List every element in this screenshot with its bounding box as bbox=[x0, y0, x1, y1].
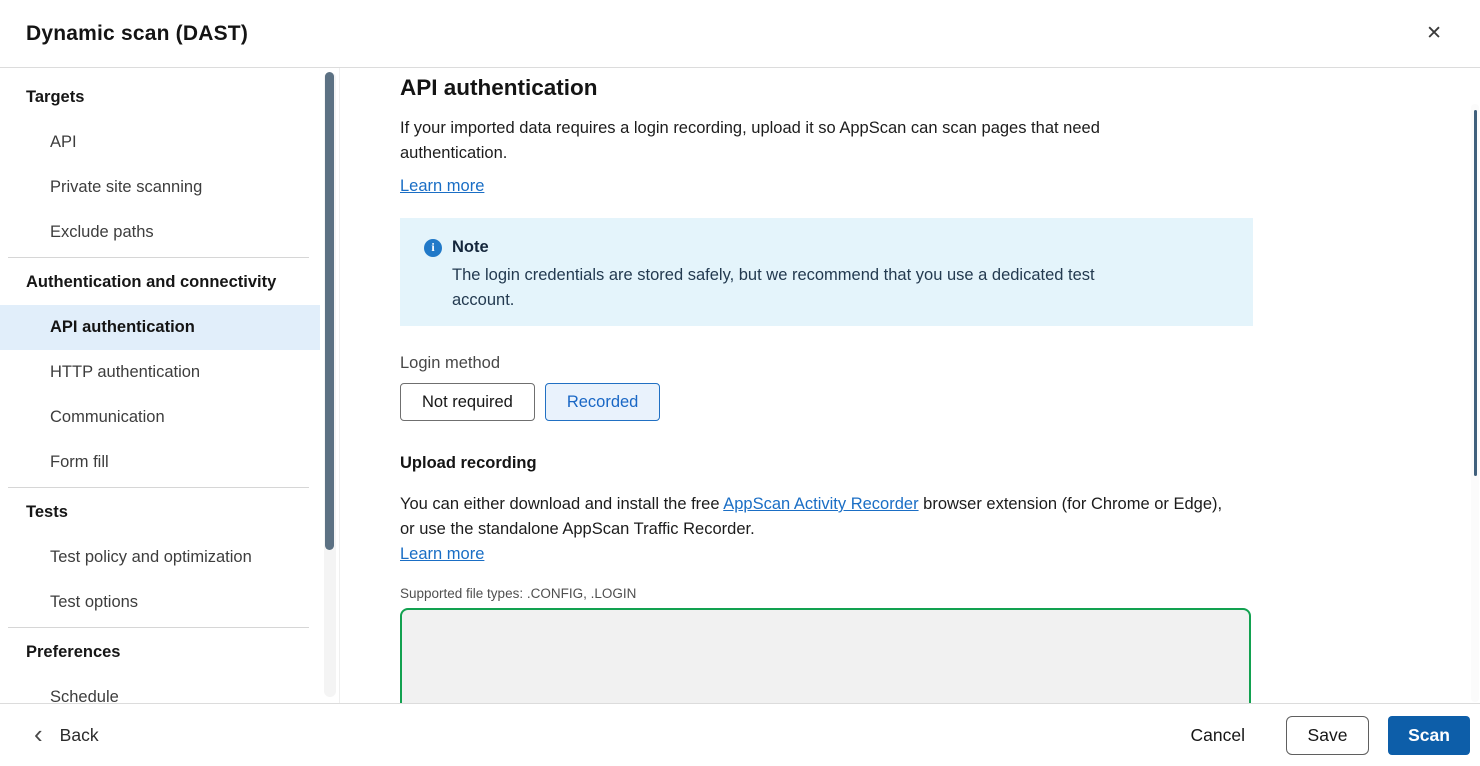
sidebar-item-private-site-scanning[interactable]: Private site scanning bbox=[0, 165, 320, 210]
back-label: Back bbox=[60, 725, 99, 746]
sidebar-item-communication[interactable]: Communication bbox=[0, 395, 320, 440]
sidebar-divider bbox=[8, 627, 309, 628]
sidebar-divider bbox=[8, 257, 309, 258]
dynamic-scan-dialog: Dynamic scan (DAST) ✕ Targets API Privat… bbox=[0, 0, 1480, 766]
sidebar-section-targets: Targets bbox=[0, 75, 320, 120]
learn-more-link[interactable]: Learn more bbox=[400, 177, 484, 196]
page-title: API authentication bbox=[400, 74, 1253, 102]
dialog-footer: ‹ Back Cancel Save Scan bbox=[0, 703, 1480, 766]
appscan-activity-recorder-link[interactable]: AppScan Activity Recorder bbox=[723, 495, 918, 513]
login-method-recorded-button[interactable]: Recorded bbox=[545, 383, 661, 421]
scan-button[interactable]: Scan bbox=[1388, 716, 1470, 755]
sidebar-list: Targets API Private site scanning Exclud… bbox=[0, 68, 339, 703]
note-title: Note bbox=[452, 238, 489, 257]
sidebar-item-schedule[interactable]: Schedule bbox=[0, 675, 320, 703]
note-text: The login credentials are stored safely,… bbox=[452, 263, 1152, 313]
login-method-toggle-group: Not required Recorded bbox=[400, 383, 1253, 421]
sidebar-item-exclude-paths[interactable]: Exclude paths bbox=[0, 210, 320, 255]
note-header: i Note bbox=[424, 238, 1229, 257]
upload-recording-title: Upload recording bbox=[400, 454, 1253, 473]
sidebar-item-api[interactable]: API bbox=[0, 120, 320, 165]
footer-actions: Cancel Save Scan bbox=[1177, 716, 1470, 755]
upload-learn-more-link[interactable]: Learn more bbox=[400, 545, 484, 563]
file-upload-dropzone[interactable] bbox=[400, 608, 1251, 703]
login-method-label: Login method bbox=[400, 354, 1253, 373]
dialog-body: Targets API Private site scanning Exclud… bbox=[0, 68, 1480, 703]
upload-text-before-link: You can either download and install the … bbox=[400, 495, 723, 513]
content-scrollbar-thumb[interactable] bbox=[1474, 110, 1477, 476]
close-icon[interactable]: ✕ bbox=[1420, 18, 1448, 49]
chevron-left-icon: ‹ bbox=[34, 721, 43, 747]
upload-description: You can either download and install the … bbox=[400, 492, 1240, 567]
supported-file-types: Supported file types: .CONFIG, .LOGIN bbox=[400, 586, 1253, 601]
cancel-button[interactable]: Cancel bbox=[1177, 717, 1259, 754]
sidebar-item-form-fill[interactable]: Form fill bbox=[0, 440, 320, 485]
api-authentication-content: API authentication If your imported data… bbox=[400, 74, 1253, 703]
sidebar-section-tests: Tests bbox=[0, 490, 320, 535]
settings-sidebar: Targets API Private site scanning Exclud… bbox=[0, 68, 340, 703]
dialog-title: Dynamic scan (DAST) bbox=[26, 22, 248, 46]
intro-text: If your imported data requires a login r… bbox=[400, 116, 1190, 166]
note-box: i Note The login credentials are stored … bbox=[400, 218, 1253, 326]
sidebar-section-authentication: Authentication and connectivity bbox=[0, 260, 320, 305]
save-button[interactable]: Save bbox=[1286, 716, 1369, 755]
main-panel: API authentication If your imported data… bbox=[340, 68, 1480, 703]
login-method-not-required-button[interactable]: Not required bbox=[400, 383, 535, 421]
sidebar-item-http-authentication[interactable]: HTTP authentication bbox=[0, 350, 320, 395]
sidebar-item-test-policy[interactable]: Test policy and optimization bbox=[0, 535, 320, 580]
sidebar-divider bbox=[8, 487, 309, 488]
info-icon: i bbox=[424, 239, 442, 257]
sidebar-item-api-authentication[interactable]: API authentication bbox=[0, 305, 320, 350]
sidebar-section-preferences: Preferences bbox=[0, 630, 320, 675]
sidebar-item-test-options[interactable]: Test options bbox=[0, 580, 320, 625]
sidebar-scrollbar-thumb[interactable] bbox=[325, 72, 334, 550]
back-button[interactable]: ‹ Back bbox=[34, 724, 99, 747]
dialog-header: Dynamic scan (DAST) ✕ bbox=[0, 0, 1480, 68]
